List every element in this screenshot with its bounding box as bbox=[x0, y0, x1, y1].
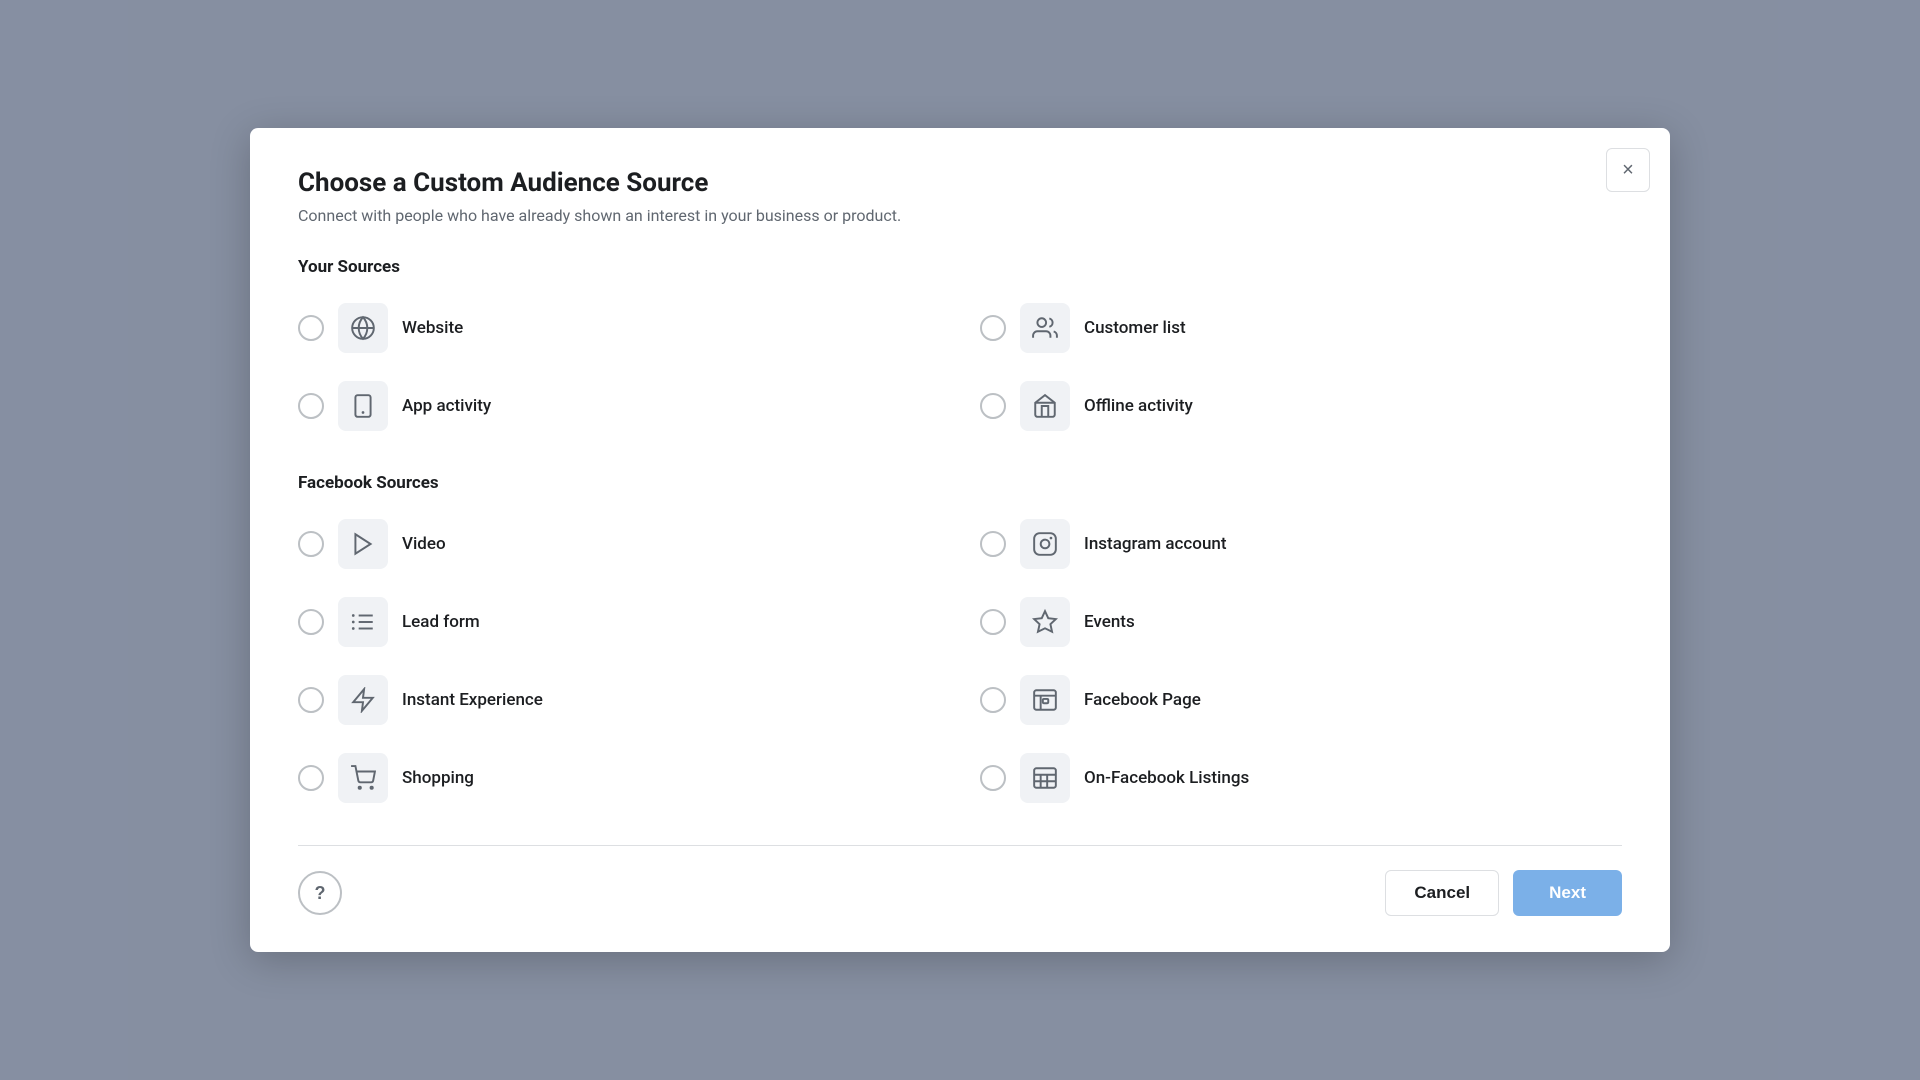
instagram-icon bbox=[1032, 531, 1058, 557]
radio-on-facebook-listings[interactable] bbox=[980, 765, 1006, 791]
option-lead-form[interactable]: Lead form bbox=[298, 591, 940, 653]
your-sources-grid: Website Customer list bbox=[298, 297, 1622, 437]
option-app-activity[interactable]: App activity bbox=[298, 375, 940, 437]
radio-instagram[interactable] bbox=[980, 531, 1006, 557]
events-icon-box bbox=[1020, 597, 1070, 647]
lead-form-label: Lead form bbox=[402, 612, 480, 632]
list-icon bbox=[350, 609, 376, 635]
radio-shopping[interactable] bbox=[298, 765, 324, 791]
radio-offline-activity[interactable] bbox=[980, 393, 1006, 419]
offline-activity-icon-box bbox=[1020, 381, 1070, 431]
on-facebook-listings-icon-box bbox=[1020, 753, 1070, 803]
facebook-sources-label: Facebook Sources bbox=[298, 473, 1622, 493]
modal-header: Choose a Custom Audience Source Connect … bbox=[298, 168, 1622, 225]
radio-app-activity[interactable] bbox=[298, 393, 324, 419]
radio-instant-experience[interactable] bbox=[298, 687, 324, 713]
video-label: Video bbox=[402, 534, 446, 554]
modal-footer: ? Cancel Next bbox=[298, 845, 1622, 916]
option-facebook-page[interactable]: Facebook Page bbox=[980, 669, 1622, 731]
shopping-label: Shopping bbox=[402, 768, 474, 788]
facebook-page-icon-box bbox=[1020, 675, 1070, 725]
custom-audience-modal: × Choose a Custom Audience Source Connec… bbox=[250, 128, 1670, 952]
radio-facebook-page[interactable] bbox=[980, 687, 1006, 713]
your-sources-label: Your Sources bbox=[298, 257, 1622, 277]
option-events[interactable]: Events bbox=[980, 591, 1622, 653]
video-icon-box bbox=[338, 519, 388, 569]
customer-list-icon-box bbox=[1020, 303, 1070, 353]
instant-experience-label: Instant Experience bbox=[402, 690, 543, 710]
option-instagram[interactable]: Instagram account bbox=[980, 513, 1622, 575]
instant-experience-icon-box bbox=[338, 675, 388, 725]
app-activity-icon-box bbox=[338, 381, 388, 431]
radio-video[interactable] bbox=[298, 531, 324, 557]
lead-form-icon-box bbox=[338, 597, 388, 647]
modal-backdrop: × Choose a Custom Audience Source Connec… bbox=[0, 0, 1920, 1080]
radio-lead-form[interactable] bbox=[298, 609, 324, 635]
option-instant-experience[interactable]: Instant Experience bbox=[298, 669, 940, 731]
radio-website[interactable] bbox=[298, 315, 324, 341]
close-button[interactable]: × bbox=[1606, 148, 1650, 192]
footer-actions: Cancel Next bbox=[1385, 870, 1622, 916]
option-shopping[interactable]: Shopping bbox=[298, 747, 940, 809]
tablet-icon bbox=[350, 393, 376, 419]
cancel-button[interactable]: Cancel bbox=[1385, 870, 1499, 916]
option-customer-list[interactable]: Customer list bbox=[980, 297, 1622, 359]
your-sources-section: Your Sources Website bbox=[298, 257, 1622, 437]
offline-activity-label: Offline activity bbox=[1084, 396, 1193, 416]
play-icon bbox=[350, 531, 376, 557]
website-icon-box bbox=[338, 303, 388, 353]
next-button[interactable]: Next bbox=[1513, 870, 1622, 916]
facebook-page-label: Facebook Page bbox=[1084, 690, 1201, 710]
option-website[interactable]: Website bbox=[298, 297, 940, 359]
radio-customer-list[interactable] bbox=[980, 315, 1006, 341]
events-label: Events bbox=[1084, 612, 1135, 632]
users-icon bbox=[1032, 315, 1058, 341]
option-video[interactable]: Video bbox=[298, 513, 940, 575]
help-button[interactable]: ? bbox=[298, 871, 342, 915]
bolt-icon bbox=[350, 687, 376, 713]
option-on-facebook-listings[interactable]: On-Facebook Listings bbox=[980, 747, 1622, 809]
app-activity-label: App activity bbox=[402, 396, 491, 416]
option-offline-activity[interactable]: Offline activity bbox=[980, 375, 1622, 437]
shopping-icon-box bbox=[338, 753, 388, 803]
events-icon bbox=[1032, 609, 1058, 635]
listings-icon bbox=[1032, 765, 1058, 791]
facebook-sources-section: Facebook Sources Video bbox=[298, 473, 1622, 809]
on-facebook-listings-label: On-Facebook Listings bbox=[1084, 768, 1249, 788]
facebook-page-icon bbox=[1032, 687, 1058, 713]
shopping-cart-icon bbox=[350, 765, 376, 791]
modal-title: Choose a Custom Audience Source bbox=[298, 168, 1622, 198]
facebook-sources-grid: Video Instagram account bbox=[298, 513, 1622, 809]
globe-icon bbox=[350, 315, 376, 341]
instagram-label: Instagram account bbox=[1084, 534, 1227, 554]
website-label: Website bbox=[402, 318, 463, 338]
store-icon bbox=[1032, 393, 1058, 419]
modal-subtitle: Connect with people who have already sho… bbox=[298, 206, 1622, 225]
customer-list-label: Customer list bbox=[1084, 318, 1186, 338]
instagram-icon-box bbox=[1020, 519, 1070, 569]
radio-events[interactable] bbox=[980, 609, 1006, 635]
